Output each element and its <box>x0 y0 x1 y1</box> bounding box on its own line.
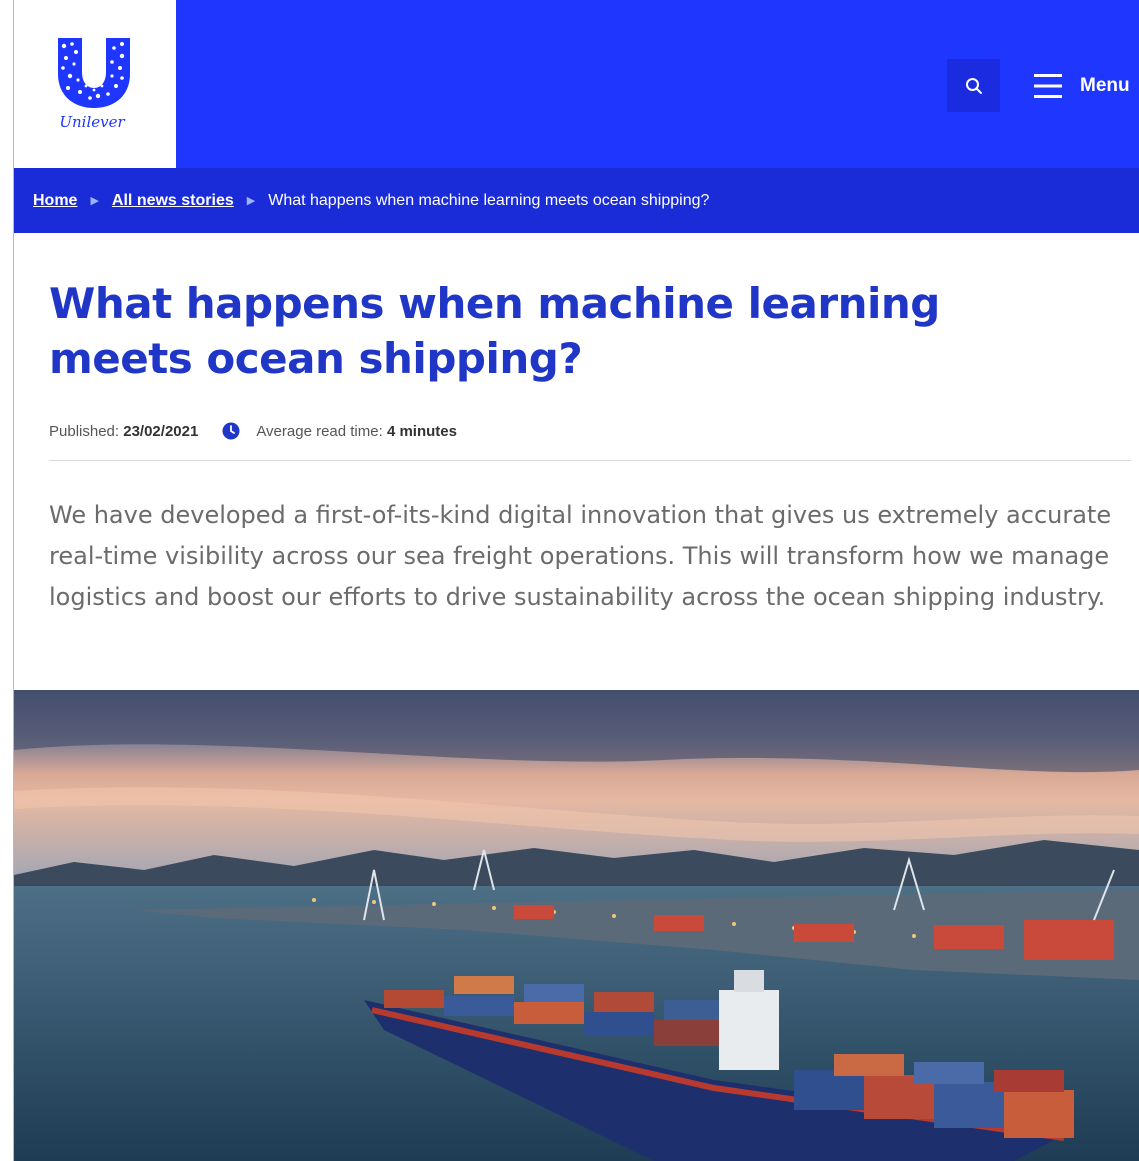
hamburger-icon <box>1034 74 1062 98</box>
logo-wordmark: Unilever <box>59 113 125 131</box>
menu-button[interactable]: Menu <box>1034 64 1130 108</box>
search-icon <box>965 77 982 94</box>
title-line-1: What happens when machine learning <box>49 279 940 328</box>
search-button[interactable] <box>947 59 1000 112</box>
article-meta: Published: 23/02/2021 Average read time:… <box>49 419 457 443</box>
breadcrumb-separator-icon: ▶ <box>246 195 256 207</box>
container-ship-port-icon <box>14 690 1139 1161</box>
page-title: What happens when machine learning meets… <box>49 276 1089 386</box>
divider <box>49 460 1131 461</box>
breadcrumb-separator-icon: ▶ <box>90 195 99 207</box>
breadcrumb-home-link[interactable]: Home <box>33 192 77 210</box>
unilever-logo[interactable]: Unilever <box>14 0 176 168</box>
breadcrumb-news-link[interactable]: All news stories <box>112 192 234 210</box>
published-date: 23/02/2021 <box>123 422 199 440</box>
breadcrumb: Home ▶ All news stories ▶ What happens w… <box>14 168 1139 233</box>
read-time-label: Average read time: <box>256 422 383 440</box>
read-time-value: 4 minutes <box>386 422 457 440</box>
breadcrumb-current-page: What happens when machine learning meets… <box>268 191 710 209</box>
hero-image <box>14 690 1139 1161</box>
published-label: Published: <box>49 422 120 440</box>
menu-label: Menu <box>1080 75 1130 96</box>
article-intro: We have developed a first-of-its-kind di… <box>49 501 1112 611</box>
window-left-border <box>0 0 14 1161</box>
clock-icon <box>222 422 240 440</box>
unilever-u-icon <box>58 38 130 108</box>
site-header: Unilever Menu <box>14 0 1139 168</box>
title-line-2: meets ocean shipping? <box>49 334 583 383</box>
